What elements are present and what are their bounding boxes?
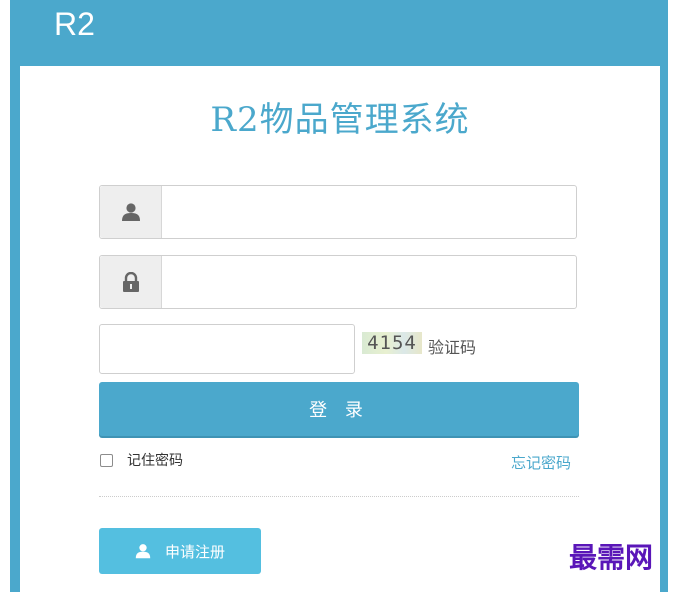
user-icon [135,543,151,559]
username-field [99,185,577,239]
watermark: 最需网 [569,541,654,574]
password-field [99,255,577,309]
remember-password[interactable]: 记住密码 [100,450,183,470]
captcha-input[interactable] [99,324,355,374]
captcha-label[interactable]: 验证码 [428,337,476,359]
brand-logo: R2 [54,6,95,42]
register-button[interactable]: 申请注册 [99,528,261,574]
forgot-password-link[interactable]: 忘记密码 [511,452,571,473]
register-label: 申请注册 [164,542,225,561]
user-icon [100,186,162,238]
lock-icon [100,256,162,308]
page-title: R2物品管理系统 [210,100,470,140]
remember-checkbox[interactable] [100,453,113,467]
login-card: R2物品管理系统 4154 验证码 登 录 记住密码 忘记密码 申请注册 [20,66,660,592]
username-input[interactable] [162,186,572,238]
captcha-image[interactable]: 4154 [362,332,422,354]
divider [99,496,579,497]
remember-label: 记住密码 [127,453,183,469]
password-input[interactable] [162,256,572,308]
login-button[interactable]: 登 录 [99,382,579,436]
